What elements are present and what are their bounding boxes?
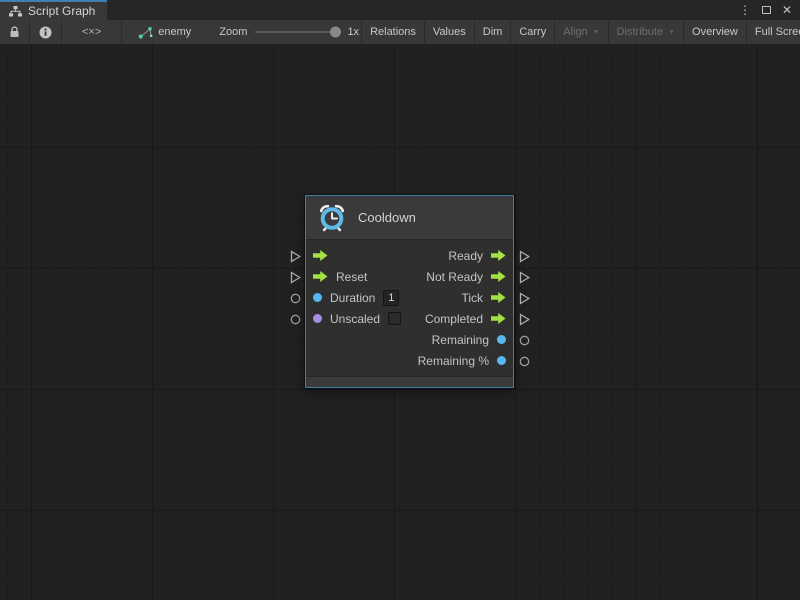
toolbar-button-carry[interactable]: Carry (511, 20, 554, 44)
port-label-not-ready: Not Ready (426, 270, 483, 284)
toolbar-button-align[interactable]: Align▼ (555, 20, 607, 44)
chevron-down-icon: ▼ (668, 29, 675, 36)
toolbar-button-overview[interactable]: Overview (684, 20, 746, 44)
angle-x-icon: <×> (82, 26, 101, 38)
port-label-unscaled: Unscaled (330, 312, 380, 326)
maximize-icon[interactable] (762, 6, 771, 14)
zoom-value: 1x (347, 20, 359, 44)
flow-input-port-enter[interactable] (288, 246, 302, 267)
port-label-completed: Completed (425, 312, 483, 326)
close-icon[interactable]: ✕ (782, 4, 792, 16)
flow-out-arrow-icon[interactable] (491, 313, 506, 324)
node-header[interactable]: Cooldown (306, 196, 513, 240)
value-dot-purple-icon[interactable] (313, 314, 322, 323)
port-label-ready: Ready (448, 249, 483, 263)
lock-icon (9, 26, 20, 38)
clear-selection-button[interactable]: <×> (62, 20, 121, 44)
cooldown-node[interactable]: Cooldown Ready (305, 195, 514, 388)
tab-title: Script Graph (28, 4, 95, 18)
flow-output-port-not-ready[interactable] (517, 267, 531, 288)
value-input-port-duration[interactable] (288, 288, 302, 309)
port-label-remaining: Remaining (432, 333, 489, 347)
toolbar-button-distribute[interactable]: Distribute▼ (609, 20, 683, 44)
toolbar-button-relations[interactable]: Relations (362, 20, 424, 44)
duration-input-field[interactable]: 1 (383, 290, 399, 306)
value-input-port-unscaled[interactable] (288, 309, 302, 330)
right-ports (517, 195, 531, 388)
value-output-port-remaining-pct[interactable] (517, 351, 531, 372)
toolbar-separator (121, 20, 122, 44)
graph-breadcrumb[interactable]: enemy (138, 20, 191, 44)
node-title: Cooldown (358, 210, 416, 225)
unscaled-checkbox[interactable] (388, 312, 401, 325)
value-dot-blue-icon[interactable] (497, 356, 506, 365)
flow-in-arrow-icon[interactable] (313, 250, 328, 261)
value-dot-blue-icon[interactable] (313, 293, 322, 302)
node-row-unscaled-completed: Unscaled Completed (306, 308, 513, 329)
info-icon (39, 26, 52, 39)
title-bar: Script Graph ⋮ ✕ (0, 0, 800, 20)
toolbar-button-fullscreen[interactable]: Full Screen (747, 20, 800, 44)
node-row-remaining: Remaining (306, 329, 513, 350)
window-controls: ⋮ ✕ (739, 0, 800, 20)
info-button[interactable] (30, 20, 61, 44)
graph-toolbar: <×> enemy Zoom 1x Relations Values (0, 20, 800, 44)
node-footer (306, 376, 513, 387)
zoom-slider-handle[interactable] (330, 27, 341, 38)
chevron-down-icon: ▼ (593, 29, 600, 36)
port-label-reset: Reset (336, 270, 367, 284)
toolbar-button-values[interactable]: Values (425, 20, 474, 44)
lock-button[interactable] (0, 20, 29, 44)
graph-icon (138, 26, 153, 39)
menu-icon[interactable]: ⋮ (739, 4, 751, 16)
port-label-remaining-pct: Remaining % (418, 354, 489, 368)
port-label-duration: Duration (330, 291, 375, 305)
zoom-label: Zoom (219, 20, 247, 44)
flow-out-arrow-icon[interactable] (491, 250, 506, 261)
script-graph-window: Script Graph ⋮ ✕ (0, 0, 800, 600)
node-row-enter-ready: Ready (306, 245, 513, 266)
node-row-duration-tick: Duration 1 Tick (306, 287, 513, 308)
tab-script-graph[interactable]: Script Graph (0, 0, 107, 20)
value-dot-blue-icon[interactable] (497, 335, 506, 344)
script-graph-icon (9, 6, 22, 17)
alarm-clock-icon (317, 203, 347, 233)
flow-output-port-ready[interactable] (517, 246, 531, 267)
node-row-remaining-pct: Remaining % (306, 350, 513, 371)
flow-input-port-reset[interactable] (288, 267, 302, 288)
flow-out-arrow-icon[interactable] (491, 292, 506, 303)
flow-output-port-completed[interactable] (517, 309, 531, 330)
flow-in-arrow-icon[interactable] (313, 271, 328, 282)
toolbar-button-dim[interactable]: Dim (475, 20, 511, 44)
node-body: Ready Reset (306, 240, 513, 373)
node-row-reset-notready: Reset Not Ready (306, 266, 513, 287)
zoom-slider[interactable] (255, 20, 339, 44)
flow-out-arrow-icon[interactable] (491, 271, 506, 282)
port-label-tick: Tick (461, 291, 483, 305)
zoom-slider-track[interactable] (255, 31, 339, 33)
graph-canvas[interactable]: Cooldown Ready (0, 44, 800, 600)
left-ports (288, 195, 302, 388)
graph-name: enemy (158, 26, 191, 38)
flow-output-port-tick[interactable] (517, 288, 531, 309)
value-output-port-remaining[interactable] (517, 330, 531, 351)
cooldown-node-group: Cooldown Ready (288, 195, 531, 388)
